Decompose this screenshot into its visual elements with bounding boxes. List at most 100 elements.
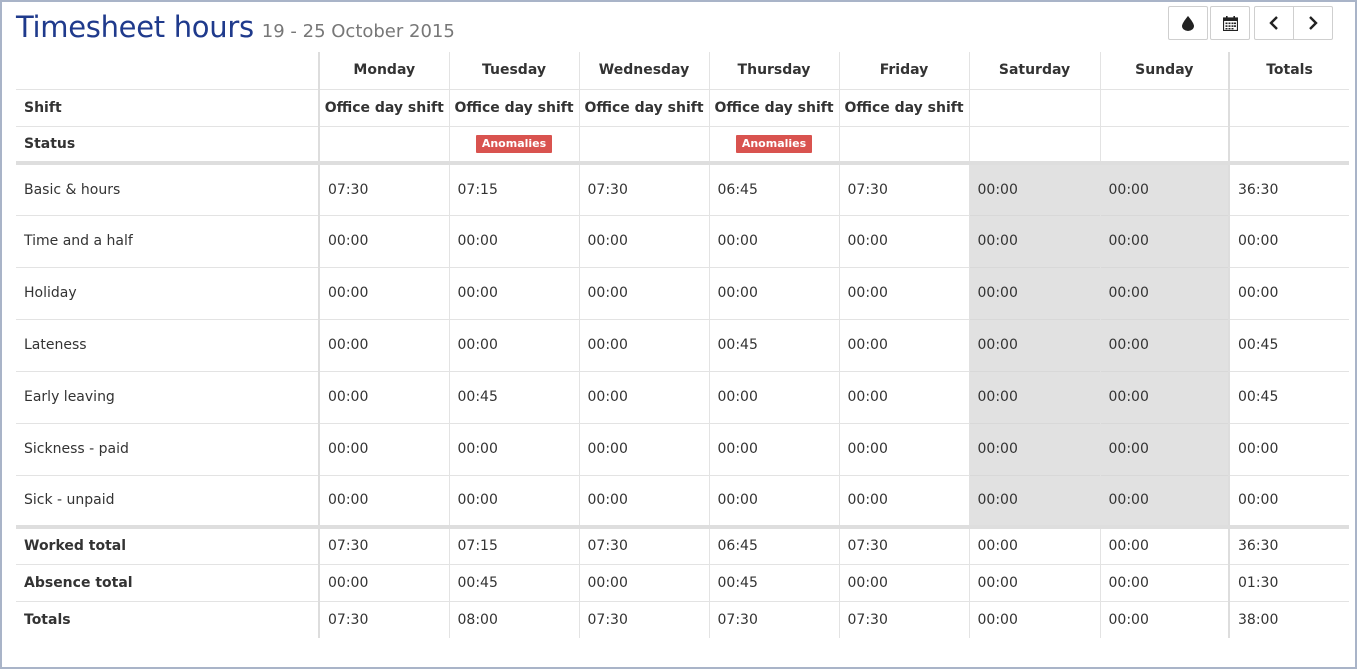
cell-friday[interactable]: 00:00 xyxy=(838,422,969,475)
cell-tuesday[interactable]: 00:00 xyxy=(448,266,579,319)
status-cell xyxy=(838,125,969,165)
cell-wednesday[interactable]: 07:30 xyxy=(578,162,709,215)
cell-friday[interactable]: 00:00 xyxy=(838,318,969,371)
cell-thursday[interactable]: 00:00 xyxy=(708,474,839,529)
cell-monday[interactable]: 00:00 xyxy=(318,318,449,371)
cell-sunday[interactable]: 00:00 xyxy=(1099,474,1229,529)
cell-tuesday[interactable]: 00:00 xyxy=(448,474,579,529)
cell-sunday[interactable]: 00:00 xyxy=(1099,422,1229,475)
cell-sunday: 00:00 xyxy=(1099,563,1229,601)
shift-cell[interactable] xyxy=(1099,88,1229,126)
cell-totals: 38:00 xyxy=(1228,600,1349,638)
cell-thursday: 00:45 xyxy=(708,563,839,601)
page-title: Timesheet hours xyxy=(16,10,254,44)
cell-saturday: 00:00 xyxy=(968,600,1100,638)
shift-cell[interactable]: Office day shift xyxy=(448,88,579,126)
calendar-icon xyxy=(1222,15,1238,31)
shift-cell[interactable]: Office day shift xyxy=(838,88,969,126)
next-week-button[interactable] xyxy=(1293,6,1333,40)
cell-wednesday[interactable]: 00:00 xyxy=(578,422,709,475)
cell-friday[interactable]: 00:00 xyxy=(838,474,969,529)
cell-monday[interactable]: 00:00 xyxy=(318,422,449,475)
hours-body: Basic & hours 07:30 07:15 07:30 06:45 07:30 00… xyxy=(16,162,1349,529)
column-header-monday: Monday xyxy=(318,52,449,89)
timesheet-table: Monday Tuesday Wednesday Thursday Friday… xyxy=(16,52,1349,638)
table-row: Early leaving 00:00 00:45 00:00 00:00 00:00 00… xyxy=(16,370,1349,423)
row-label: Lateness xyxy=(16,318,319,371)
cell-totals: 36:30 xyxy=(1228,526,1349,564)
cell-thursday: 07:30 xyxy=(708,600,839,638)
cell-totals: 01:30 xyxy=(1228,563,1349,601)
cell-friday[interactable]: 00:00 xyxy=(838,214,969,267)
cell-thursday[interactable]: 00:00 xyxy=(708,422,839,475)
anomalies-badge[interactable]: Anomalies xyxy=(475,134,553,153)
status-row: Status Anomalies Anomalies xyxy=(16,125,1349,165)
cell-thursday[interactable]: 00:00 xyxy=(708,370,839,423)
table-row: Sick - unpaid 00:00 00:00 00:00 00:00 00:00 00… xyxy=(16,474,1349,529)
cell-sunday[interactable]: 00:00 xyxy=(1099,162,1229,215)
cell-saturday[interactable]: 00:00 xyxy=(968,422,1100,475)
previous-week-button[interactable] xyxy=(1254,6,1294,40)
cell-thursday: 06:45 xyxy=(708,526,839,564)
cell-totals: 00:00 xyxy=(1228,214,1349,267)
row-label: Early leaving xyxy=(16,370,319,423)
cell-thursday[interactable]: 00:00 xyxy=(708,214,839,267)
cell-tuesday[interactable]: 00:00 xyxy=(448,422,579,475)
cell-thursday[interactable]: 06:45 xyxy=(708,162,839,215)
table-row: Time and a half 00:00 00:00 00:00 00:00 00:00… xyxy=(16,214,1349,267)
cell-sunday[interactable]: 00:00 xyxy=(1099,266,1229,319)
cell-saturday[interactable]: 00:00 xyxy=(968,318,1100,371)
status-cell xyxy=(578,125,709,165)
cell-monday[interactable]: 07:30 xyxy=(318,162,449,215)
cell-thursday[interactable]: 00:45 xyxy=(708,318,839,371)
row-label: Status xyxy=(16,125,319,165)
cell-tuesday[interactable]: 00:00 xyxy=(448,318,579,371)
cell-saturday[interactable]: 00:00 xyxy=(968,266,1100,319)
cell-saturday[interactable]: 00:00 xyxy=(968,370,1100,423)
cell-monday[interactable]: 00:00 xyxy=(318,266,449,319)
cell-saturday[interactable]: 00:00 xyxy=(968,474,1100,529)
cell-sunday[interactable]: 00:00 xyxy=(1099,370,1229,423)
shift-cell[interactable]: Office day shift xyxy=(578,88,709,126)
cell-tuesday[interactable]: 00:00 xyxy=(448,214,579,267)
shift-cell[interactable]: Office day shift xyxy=(708,88,839,126)
shift-cell[interactable]: Office day shift xyxy=(318,88,449,126)
page-header: Timesheet hours 19 - 25 October 2015 xyxy=(16,10,455,50)
cell-thursday[interactable]: 00:00 xyxy=(708,266,839,319)
shift-row: Shift Office day shift Office day shift … xyxy=(16,88,1349,126)
status-cell xyxy=(318,125,449,165)
status-cell: Anomalies xyxy=(708,125,839,165)
toolbar xyxy=(1166,6,1333,40)
row-label: Absence total xyxy=(16,563,319,601)
cell-monday[interactable]: 00:00 xyxy=(318,474,449,529)
cell-monday[interactable]: 00:00 xyxy=(318,214,449,267)
calendar-button[interactable] xyxy=(1210,6,1250,40)
cell-friday[interactable]: 00:00 xyxy=(838,266,969,319)
cell-saturday[interactable]: 00:00 xyxy=(968,214,1100,267)
date-range: 19 - 25 October 2015 xyxy=(261,21,455,42)
column-header-wednesday: Wednesday xyxy=(578,52,709,89)
column-header-friday: Friday xyxy=(838,52,969,89)
cell-totals: 00:00 xyxy=(1228,474,1349,529)
totals-row: Worked total 07:30 07:15 07:30 06:45 07:30 00:… xyxy=(16,526,1349,564)
column-header-tuesday: Tuesday xyxy=(448,52,579,89)
cell-sunday[interactable]: 00:00 xyxy=(1099,214,1229,267)
cell-sunday[interactable]: 00:00 xyxy=(1099,318,1229,371)
cell-wednesday[interactable]: 00:00 xyxy=(578,266,709,319)
cell-friday[interactable]: 00:00 xyxy=(838,370,969,423)
cell-tuesday[interactable]: 00:45 xyxy=(448,370,579,423)
anomalies-badge[interactable]: Anomalies xyxy=(735,134,813,153)
cell-saturday[interactable]: 00:00 xyxy=(968,162,1100,215)
status-cell xyxy=(1228,125,1349,165)
cell-wednesday[interactable]: 00:00 xyxy=(578,318,709,371)
cell-wednesday[interactable]: 00:00 xyxy=(578,370,709,423)
cell-monday[interactable]: 00:00 xyxy=(318,370,449,423)
cell-friday[interactable]: 07:30 xyxy=(838,162,969,215)
cell-tuesday[interactable]: 07:15 xyxy=(448,162,579,215)
cell-sunday: 00:00 xyxy=(1099,526,1229,564)
colour-toggle-button[interactable] xyxy=(1168,6,1208,40)
cell-wednesday[interactable]: 00:00 xyxy=(578,214,709,267)
shift-cell[interactable] xyxy=(968,88,1100,126)
cell-wednesday[interactable]: 00:00 xyxy=(578,474,709,529)
cell-saturday: 00:00 xyxy=(968,563,1100,601)
